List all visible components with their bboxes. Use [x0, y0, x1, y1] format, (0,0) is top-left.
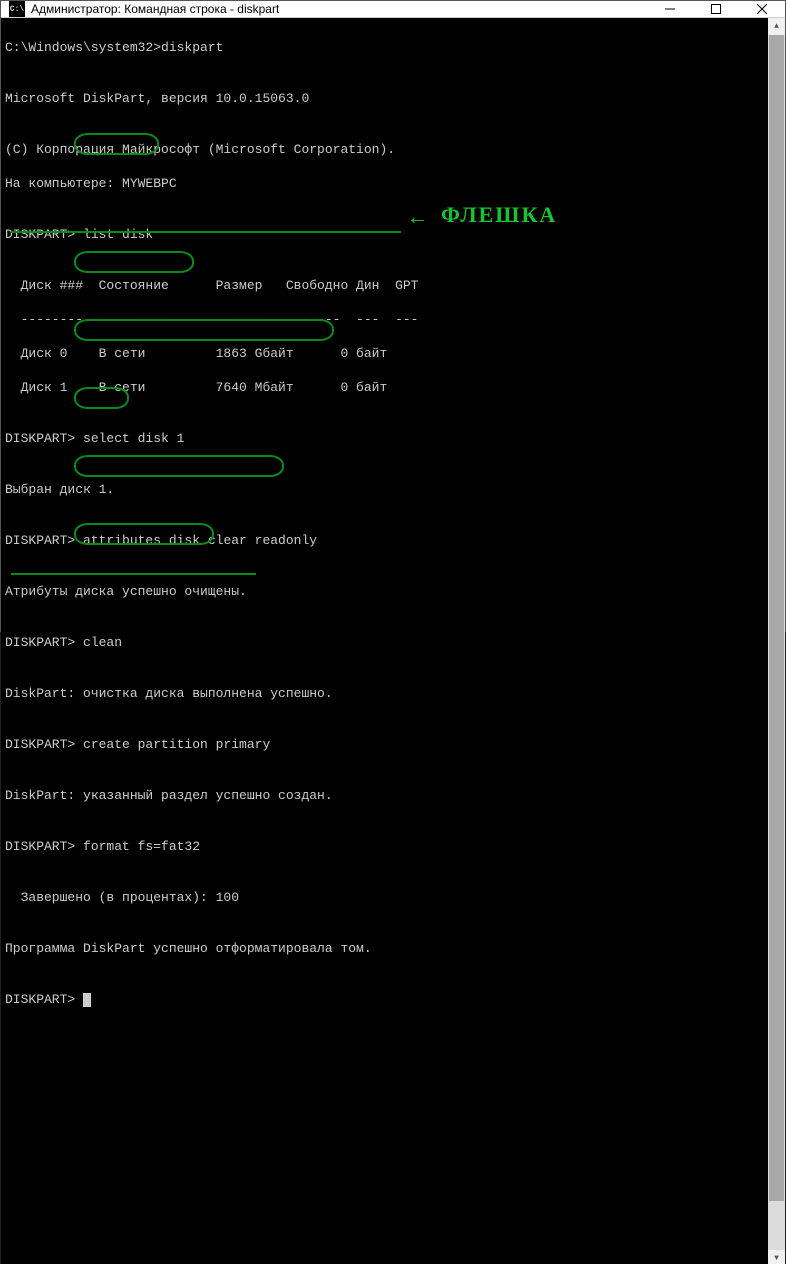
prompt-line: DISKPART> clean [5, 634, 764, 651]
window-controls [647, 1, 785, 17]
command: create partition primary [83, 737, 270, 752]
cmd-icon: C:\ [9, 1, 25, 17]
annotation-handwriting: ФЛЕШКА [441, 206, 557, 223]
output-line: Выбран диск 1. [5, 481, 764, 498]
prompt-line: DISKPART> format fs=fat32 [5, 838, 764, 855]
prompt-line: DISKPART> attributes disk clear readonly [5, 532, 764, 549]
prompt: DISKPART> [5, 227, 83, 242]
prompt: DISKPART> [5, 635, 83, 650]
command: clean [83, 635, 122, 650]
minimize-button[interactable] [647, 1, 693, 17]
prompt: DISKPART> [5, 839, 83, 854]
annotation-circle [74, 251, 194, 273]
prompt: DISKPART> [5, 992, 83, 1007]
scroll-thumb[interactable] [769, 35, 784, 1201]
annotation-arrow-icon: ← [411, 210, 424, 227]
window-title: Администратор: Командная строка - diskpa… [31, 2, 647, 16]
maximize-button[interactable] [693, 1, 739, 17]
prompt-line: DISKPART> create partition primary [5, 736, 764, 753]
annotation-circle [74, 455, 284, 477]
terminal-content[interactable]: C:\Windows\system32>diskpart Microsoft D… [1, 18, 768, 1264]
table-row: -------- ------------- ------- ------- -… [5, 311, 764, 328]
table-row: Диск 1 В сети 7640 Mбайт 0 байт [5, 379, 764, 396]
command: format fs=fat32 [83, 839, 200, 854]
output-line: C:\Windows\system32>diskpart [5, 39, 764, 56]
output-line: Microsoft DiskPart, версия 10.0.15063.0 [5, 90, 764, 107]
annotation-underline [11, 573, 256, 575]
titlebar[interactable]: C:\ Администратор: Командная строка - di… [1, 1, 785, 18]
scroll-track[interactable] [768, 35, 785, 1250]
prompt: DISKPART> [5, 431, 83, 446]
table-row: Диск 0 В сети 1863 Gбайт 0 байт [5, 345, 764, 362]
output-line: DiskPart: очистка диска выполнена успешн… [5, 685, 764, 702]
terminal-wrap: C:\Windows\system32>diskpart Microsoft D… [1, 18, 785, 1264]
prompt-line: DISKPART> select disk 1 [5, 430, 764, 447]
output-line: DiskPart: указанный раздел успешно созда… [5, 787, 764, 804]
cmd-window: C:\ Администратор: Командная строка - di… [0, 0, 786, 632]
output-line: На компьютере: MYWEBPC [5, 175, 764, 192]
command: list disk [83, 227, 153, 242]
output-line: Программа DiskPart успешно отформатирова… [5, 940, 764, 957]
table-header: Диск ### Состояние Размер Свободно Дин G… [5, 277, 764, 294]
scroll-up-button[interactable]: ▲ [768, 18, 785, 35]
prompt-line: DISKPART> [5, 991, 764, 1008]
prompt: DISKPART> [5, 737, 83, 752]
output-line: Атрибуты диска успешно очищены. [5, 583, 764, 600]
scroll-down-button[interactable]: ▼ [768, 1250, 785, 1264]
output-line: Завершено (в процентах): 100 [5, 889, 764, 906]
close-button[interactable] [739, 1, 785, 17]
prompt: DISKPART> [5, 533, 83, 548]
cursor [83, 993, 91, 1007]
vertical-scrollbar[interactable]: ▲ ▼ [768, 18, 785, 1264]
output-line: (C) Корпорация Майкрософт (Microsoft Cor… [5, 141, 764, 158]
prompt-line: DISKPART> list disk [5, 226, 764, 243]
command: select disk 1 [83, 431, 184, 446]
command: attributes disk clear readonly [83, 533, 317, 548]
